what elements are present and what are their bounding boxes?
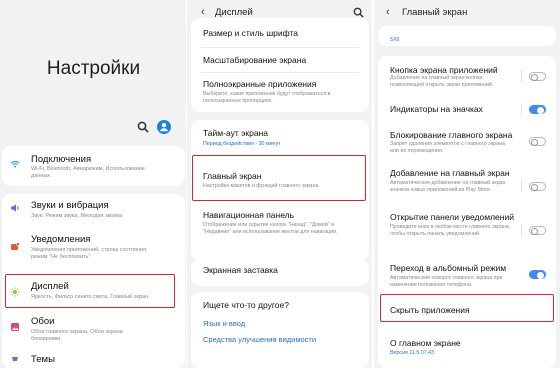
settings-item-notifications[interactable]: Уведомления Уведомления приложений, стро…	[2, 230, 185, 272]
home-screen-settings-panel: ‹ Главный экран 5X6 Кнопка экрана прилож…	[374, 0, 560, 368]
back-icon[interactable]: ‹	[386, 6, 390, 18]
row-label: Переход в альбомный режим	[390, 263, 507, 273]
search-icon[interactable]	[137, 121, 149, 133]
grid-value: 5X6	[390, 37, 400, 43]
volume-icon	[11, 204, 19, 212]
row-label: Размер и стиль шрифта	[203, 28, 298, 38]
row-sub: Версия 11.5.07.43	[390, 350, 435, 356]
row-sub: Автоматическое добавление на главный экр…	[390, 180, 506, 193]
wifi-icon	[10, 160, 20, 168]
row-label: Масштабирование экрана	[203, 55, 307, 65]
lock-layout-toggle[interactable]	[529, 137, 546, 146]
settings-item-label: Уведомления	[31, 234, 91, 245]
row-about-home[interactable]: О главном экране Версия 11.5.07.43	[378, 330, 556, 362]
display-card-3: Экранная заставка	[191, 260, 369, 286]
row-label: Полноэкранные приложения	[203, 79, 317, 89]
avatar[interactable]	[157, 120, 171, 134]
search-icon[interactable]	[353, 7, 364, 18]
link-language-input[interactable]: Язык и ввод	[203, 319, 245, 328]
settings-item-label: Темы	[31, 354, 55, 365]
page-title: Главный экран	[402, 7, 468, 18]
display-settings-panel: ‹ Дисплей Размер и стиль шрифта Масштаби…	[187, 0, 374, 368]
suggestions-title: Ищете что-то другое?	[203, 300, 289, 310]
page-title: Настройки	[46, 58, 141, 79]
row-add-to-home[interactable]: Добавление на главный экран Автоматическ…	[378, 162, 556, 200]
apps-button-toggle[interactable]	[529, 72, 546, 81]
grid-card: 5X6	[378, 26, 556, 46]
row-sub: Добавление на главный экран кнопки, позв…	[390, 75, 494, 88]
row-lock-layout[interactable]: Блокирование главного экрана Запрет удал…	[378, 124, 556, 154]
suggestions-card: Ищете что-то другое? Язык и ввод Средств…	[191, 292, 369, 368]
row-font-size[interactable]: Размер и стиль шрифта	[191, 18, 369, 42]
divider	[521, 224, 522, 236]
back-icon[interactable]: ‹	[201, 6, 205, 18]
notification-icon	[11, 242, 20, 250]
highlight-display	[5, 274, 175, 308]
row-sub: Период бездействия - 30 минут	[203, 141, 281, 147]
row-sub: Отображение или скрытие кнопок "Назад", …	[203, 222, 338, 235]
row-label: Экранная заставка	[203, 265, 278, 275]
row-screen-timeout[interactable]: Тайм-аут экрана Период бездействия - 30 …	[191, 120, 369, 152]
landscape-mode-toggle[interactable]	[529, 270, 546, 279]
settings-item-connections[interactable]: Подключения Wi-Fi, Bluetooth, Авиарежим,…	[2, 146, 185, 186]
settings-item-sub: Wi-Fi, Bluetooth, Авиарежим, Использован…	[31, 166, 145, 179]
row-screen-zoom[interactable]: Масштабирование экрана	[191, 48, 369, 70]
settings-item-wallpaper[interactable]: Обои Обои главного экрана, Обои экрана б…	[2, 312, 185, 348]
divider	[521, 180, 522, 192]
add-to-home-toggle[interactable]	[529, 182, 546, 191]
display-card-1: Размер и стиль шрифта Масштабирование эк…	[191, 18, 369, 112]
row-screensaver[interactable]: Экранная заставка	[191, 260, 369, 286]
connections-card: Подключения Wi-Fi, Bluetooth, Авиарежим,…	[2, 146, 185, 186]
icon-badges-toggle[interactable]	[529, 105, 546, 114]
settings-item-label: Звуки и вибрация	[31, 200, 109, 211]
link-visibility-enhancements[interactable]: Средства улучшения видимости	[203, 335, 316, 344]
row-sub: Запрет удаления элементов с главного экр…	[390, 141, 505, 154]
settings-item-sub: Звук, Режим звука, Мелодия звонка	[31, 213, 123, 219]
header: ‹ Главный экран	[374, 0, 560, 26]
row-sub: Выберите, какие приложения будут отображ…	[203, 91, 331, 104]
notification-panel-toggle[interactable]	[529, 226, 546, 235]
row-fullscreen-apps[interactable]: Полноэкранные приложения Выберите, какие…	[191, 73, 369, 111]
themes-icon	[12, 357, 18, 361]
row-label: Индикаторы на значках	[390, 104, 483, 114]
row-label: Блокирование главного экрана	[390, 130, 513, 140]
wallpaper-icon	[11, 323, 19, 331]
divider	[521, 70, 522, 82]
settings-main-panel: Настройки Подключения Wi-Fi, Bluetooth, …	[0, 0, 187, 368]
row-label: Открытие панели уведомлений	[390, 212, 514, 222]
divider	[521, 103, 522, 115]
row-sub: Проведите вниз в любом месте главного эк…	[390, 224, 511, 237]
row-apps-button[interactable]: Кнопка экрана приложений Добавление на г…	[378, 56, 556, 90]
row-sub: Автоматический поворот главного экрана п…	[390, 275, 503, 288]
row-notification-panel[interactable]: Открытие панели уведомлений Проведите вн…	[378, 206, 556, 246]
settings-item-label: Обои	[31, 316, 55, 327]
row-label: О главном экране	[390, 338, 461, 348]
row-label: Добавление на главный экран	[390, 168, 510, 178]
row-icon-badges[interactable]: Индикаторы на значках	[378, 96, 556, 116]
row-landscape-mode[interactable]: Переход в альбомный режим Автоматический…	[378, 260, 556, 296]
row-label: Навигационная панель	[203, 210, 295, 220]
row-label: Тайм-аут экрана	[203, 128, 269, 138]
settings-item-themes[interactable]: Темы	[2, 350, 185, 368]
settings-item-sub: Обои главного экрана, Обои экрана блокир…	[31, 329, 123, 342]
highlight-home-screen	[192, 155, 366, 201]
settings-item-label: Подключения	[31, 154, 92, 165]
row-label: Кнопка экрана приложений	[390, 65, 498, 75]
settings-item-sounds[interactable]: Звуки и вибрация Звук, Режим звука, Мело…	[2, 194, 185, 228]
highlight-hide-apps	[380, 294, 554, 322]
settings-item-sub: Уведомления приложений, строка состояния…	[31, 247, 148, 260]
page-title: Дисплей	[215, 7, 253, 18]
row-navigation-bar[interactable]: Навигационная панель Отображение или скр…	[191, 206, 369, 250]
